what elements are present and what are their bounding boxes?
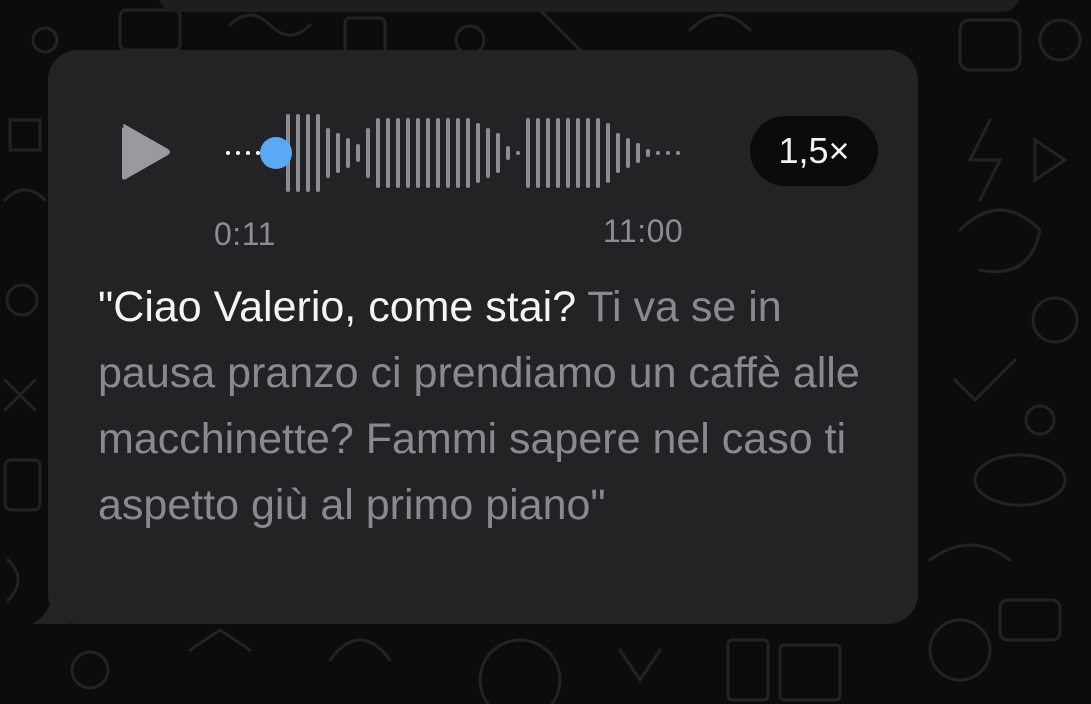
transcript-spoken-part: "Ciao Valerio, come stai? bbox=[98, 283, 577, 331]
waveform-bar bbox=[606, 123, 610, 183]
waveform-bar bbox=[556, 118, 560, 188]
waveform-bar bbox=[616, 133, 620, 173]
waveform-bar bbox=[296, 114, 300, 192]
total-duration: 11:00 bbox=[603, 213, 684, 249]
waveform-bar bbox=[456, 118, 460, 188]
audio-waveform-scrubber[interactable] bbox=[222, 108, 692, 198]
waveform-bar bbox=[566, 118, 570, 188]
waveform-bar bbox=[226, 151, 230, 155]
waveform-bar bbox=[316, 114, 320, 192]
waveform-bar bbox=[406, 118, 410, 188]
waveform-bar bbox=[656, 151, 660, 155]
waveform-bar bbox=[426, 118, 430, 188]
progress-knob[interactable] bbox=[260, 137, 292, 169]
waveform-bar bbox=[496, 133, 500, 173]
play-icon bbox=[122, 124, 170, 180]
waveform-bar bbox=[586, 118, 590, 188]
waveform-bar bbox=[506, 146, 510, 160]
play-button[interactable] bbox=[118, 122, 174, 182]
waveform-bar bbox=[336, 133, 340, 173]
waveform-bar bbox=[676, 151, 680, 155]
waveform-bar bbox=[526, 118, 530, 188]
waveform-bar bbox=[436, 118, 440, 188]
waveform-bar bbox=[346, 138, 350, 168]
waveform-bar bbox=[306, 114, 310, 192]
waveform-bar bbox=[386, 118, 390, 188]
waveform-bar bbox=[476, 123, 480, 183]
waveform-bar bbox=[446, 118, 450, 188]
waveform-bar bbox=[626, 138, 630, 168]
waveform-bar bbox=[246, 151, 250, 155]
previous-message-bubble bbox=[158, 0, 1020, 12]
waveform-bar bbox=[536, 118, 540, 188]
waveform-bar bbox=[356, 144, 360, 162]
playback-speed-button[interactable]: 1,5× bbox=[750, 116, 878, 186]
waveform-bar bbox=[236, 151, 240, 155]
waveform-bar bbox=[366, 128, 370, 178]
waveform-bar bbox=[416, 118, 420, 188]
waveform-bar bbox=[666, 151, 670, 155]
waveform-bar bbox=[646, 149, 650, 157]
waveform-bar bbox=[576, 118, 580, 188]
waveform-bar bbox=[396, 118, 400, 188]
waveform-bar bbox=[596, 118, 600, 188]
waveform-bar bbox=[376, 118, 380, 188]
voice-transcript: "Ciao Valerio, come stai? Ti va se in pa… bbox=[98, 274, 888, 538]
waveform-bar bbox=[636, 143, 640, 163]
waveform-bar bbox=[486, 128, 490, 178]
waveform-bar bbox=[546, 118, 550, 188]
waveform-bar bbox=[516, 151, 520, 155]
elapsed-time: 0:11 bbox=[214, 216, 276, 252]
waveform-bar bbox=[466, 118, 470, 188]
waveform-bar bbox=[326, 128, 330, 178]
waveform-bar bbox=[256, 151, 260, 155]
